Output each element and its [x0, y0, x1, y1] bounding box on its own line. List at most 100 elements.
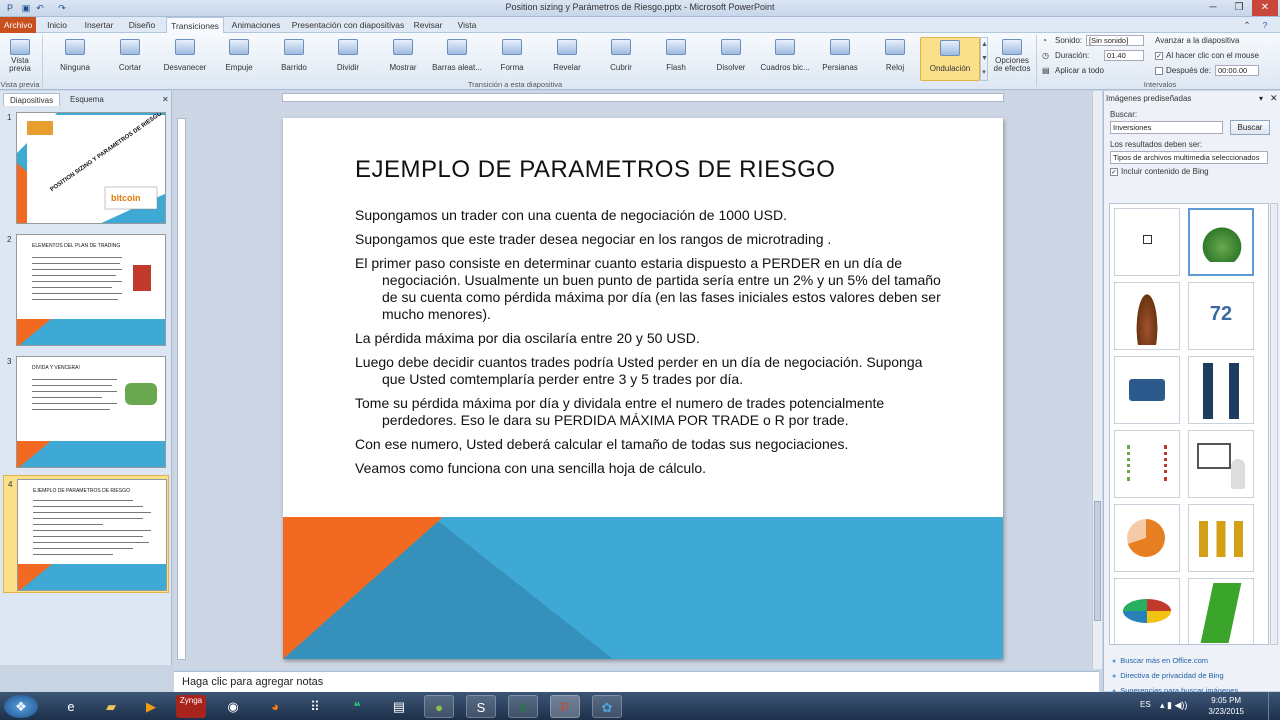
after-checkbox[interactable]: Después de: — [1155, 66, 1211, 75]
slide-thumbnail-1[interactable]: 1 POSITION SIZING Y PARAMETROS DE RIESGO… — [3, 109, 169, 227]
s-app-icon[interactable]: S — [466, 695, 496, 718]
transition-cubrir[interactable]: Cubrir — [591, 37, 651, 81]
clipart-item[interactable]: 72 — [1188, 282, 1254, 350]
effect-options-button[interactable]: Opciones de efectos — [990, 37, 1034, 81]
sound-select[interactable]: [Sin sonido] — [1086, 35, 1144, 46]
green-app-icon[interactable]: ● — [424, 695, 454, 718]
media-player-icon[interactable]: ▶ — [136, 695, 166, 718]
slide-thumbnail-3[interactable]: 3 DIVIDA Y VENCERA! — [3, 353, 169, 471]
pane-menu-icon[interactable]: ▾ — [1259, 94, 1263, 103]
tab-diapositivas[interactable]: Diapositivas — [3, 93, 61, 106]
transition-desvanecer[interactable]: Desvanecer — [155, 37, 215, 81]
transition-reloj[interactable]: Reloj — [865, 37, 925, 81]
include-bing-checkbox[interactable]: ✓ Incluir contenido de Bing — [1110, 167, 1209, 176]
divider — [42, 35, 43, 87]
duration-input[interactable]: 01.40 — [1104, 50, 1144, 61]
clipart-item[interactable] — [1188, 208, 1254, 276]
help-icon[interactable]: ? — [1258, 17, 1272, 33]
chrome-icon[interactable]: ◉ — [218, 695, 248, 718]
vertical-ruler[interactable] — [177, 118, 186, 660]
tab-presentacion[interactable]: Presentación con diapositivas — [290, 17, 406, 33]
slide-title[interactable]: EJEMPLO DE PARAMETROS DE RIESGO — [355, 156, 835, 184]
tab-inicio[interactable]: Inicio — [42, 17, 72, 33]
transition-cuadros[interactable]: Cuadros bic... — [755, 37, 815, 81]
pane-close-icon[interactable]: ✕ — [1270, 93, 1278, 104]
tab-revisar[interactable]: Revisar — [410, 17, 446, 33]
transition-barras[interactable]: Barras aleat... — [427, 37, 487, 81]
tab-transiciones[interactable]: Transiciones — [166, 17, 224, 33]
tab-animaciones[interactable]: Animaciones — [228, 17, 284, 33]
excel-icon[interactable]: X — [508, 695, 538, 718]
clipart-item[interactable] — [1114, 578, 1180, 644]
slide-thumbnail-4[interactable]: 4 EJEMPLO DE PARAMETROS DE RIESGO — [3, 475, 169, 593]
tray-icons[interactable]: ▴ ▮ ◀)) — [1160, 700, 1187, 711]
transition-mostrar[interactable]: Mostrar — [373, 37, 433, 81]
language-indicator[interactable]: ES — [1140, 700, 1151, 709]
close-icon[interactable]: ✕ — [1252, 0, 1278, 16]
gallery-scroll-icon[interactable]: ▲ ▼ ▾ — [980, 37, 988, 81]
transition-empuje[interactable]: Empuje — [209, 37, 269, 81]
notes-pane[interactable]: Haga clic para agregar notas — [174, 671, 1099, 692]
transition-cortar[interactable]: Cortar — [100, 37, 160, 81]
document-icon[interactable]: ▤ — [384, 695, 414, 718]
tab-esquema[interactable]: Esquema — [64, 93, 110, 106]
clipart-item[interactable] — [1188, 356, 1254, 424]
apply-all-button[interactable]: Aplicar a todo — [1055, 66, 1104, 75]
powerpoint-icon[interactable]: P — [550, 695, 580, 718]
transition-revelar[interactable]: Revelar — [537, 37, 597, 81]
clipart-item[interactable] — [1188, 504, 1254, 572]
horizontal-ruler[interactable] — [282, 93, 1004, 102]
transition-forma[interactable]: Forma — [482, 37, 542, 81]
transition-ondulacion[interactable]: Ondulación — [920, 37, 980, 81]
ribbon-collapse-icon[interactable]: ⌃ — [1240, 17, 1254, 33]
transition-desvanecer-icon — [175, 39, 195, 55]
internet-explorer-icon[interactable]: e — [56, 695, 86, 718]
hangouts-icon[interactable]: ❝ — [342, 695, 372, 718]
preview-button[interactable]: Vista previa — [0, 37, 40, 81]
slide-body-text[interactable]: Supongamos un trader con una cuenta de n… — [355, 207, 945, 484]
clipart-item[interactable] — [1114, 282, 1180, 350]
search-button[interactable]: Buscar — [1230, 120, 1270, 135]
start-button[interactable]: ❖ — [4, 695, 38, 718]
on-click-checkbox[interactable]: ✓ Al hacer clic con el mouse — [1155, 51, 1259, 60]
transition-dividir[interactable]: Dividir — [318, 37, 378, 81]
clipart-scrollbar[interactable] — [1270, 203, 1278, 645]
clock[interactable]: 9:05 PM 3/23/2015 — [1208, 695, 1244, 717]
people-steps-icon — [1200, 224, 1244, 262]
restore-icon[interactable]: ❐ — [1226, 0, 1252, 16]
scroll-thumb[interactable] — [1094, 501, 1101, 621]
tab-archivo[interactable]: Archivo — [0, 17, 36, 33]
folder-icon[interactable]: ▰ — [96, 695, 126, 718]
clipart-item[interactable] — [1188, 430, 1254, 498]
clipart-item[interactable] — [1114, 208, 1180, 276]
transition-ninguna[interactable]: Ninguna — [45, 37, 105, 81]
firefox-icon[interactable]: ◕ — [260, 695, 290, 718]
settings-flower-icon[interactable]: ✿ — [592, 695, 622, 718]
editor-scrollbar[interactable] — [1092, 91, 1102, 669]
clipart-item[interactable] — [1114, 504, 1180, 572]
link-office[interactable]: Buscar más en Office.com — [1112, 656, 1208, 665]
minimize-icon[interactable]: ─ — [1200, 0, 1226, 16]
pane-close-icon[interactable]: ✕ — [156, 93, 175, 106]
search-input[interactable]: Inversiones — [1110, 121, 1223, 134]
3d-pie-icon — [1123, 599, 1171, 623]
slide-canvas[interactable]: EJEMPLO DE PARAMETROS DE RIESGO Supongam… — [283, 118, 1003, 659]
after-input[interactable]: 00:00.00 — [1215, 65, 1259, 76]
tab-insertar[interactable]: Insertar — [80, 17, 118, 33]
zynga-icon[interactable]: Zynga — [176, 695, 206, 718]
apps-grid-icon[interactable]: ⠿ — [300, 695, 330, 718]
transition-persianas[interactable]: Persianas — [810, 37, 870, 81]
effect-options-icon — [1002, 39, 1022, 55]
tab-diseno[interactable]: Diseño — [124, 17, 160, 33]
clipart-item[interactable] — [1114, 430, 1180, 498]
slide-thumbnail-2[interactable]: 2 ELEMENTOS DEL PLAN DE TRADING — [3, 231, 169, 349]
clipart-item[interactable] — [1114, 356, 1180, 424]
transition-disolver[interactable]: Disolver — [701, 37, 761, 81]
transition-barrido[interactable]: Barrido — [264, 37, 324, 81]
tab-vista[interactable]: Vista — [452, 17, 482, 33]
results-select[interactable]: Tipos de archivos multimedia seleccionad… — [1110, 151, 1268, 164]
link-bing-privacy[interactable]: Directiva de privacidad de Bing — [1112, 671, 1223, 680]
show-desktop-button[interactable] — [1268, 692, 1280, 720]
transition-flash[interactable]: Flash — [646, 37, 706, 81]
clipart-item[interactable] — [1188, 578, 1254, 644]
